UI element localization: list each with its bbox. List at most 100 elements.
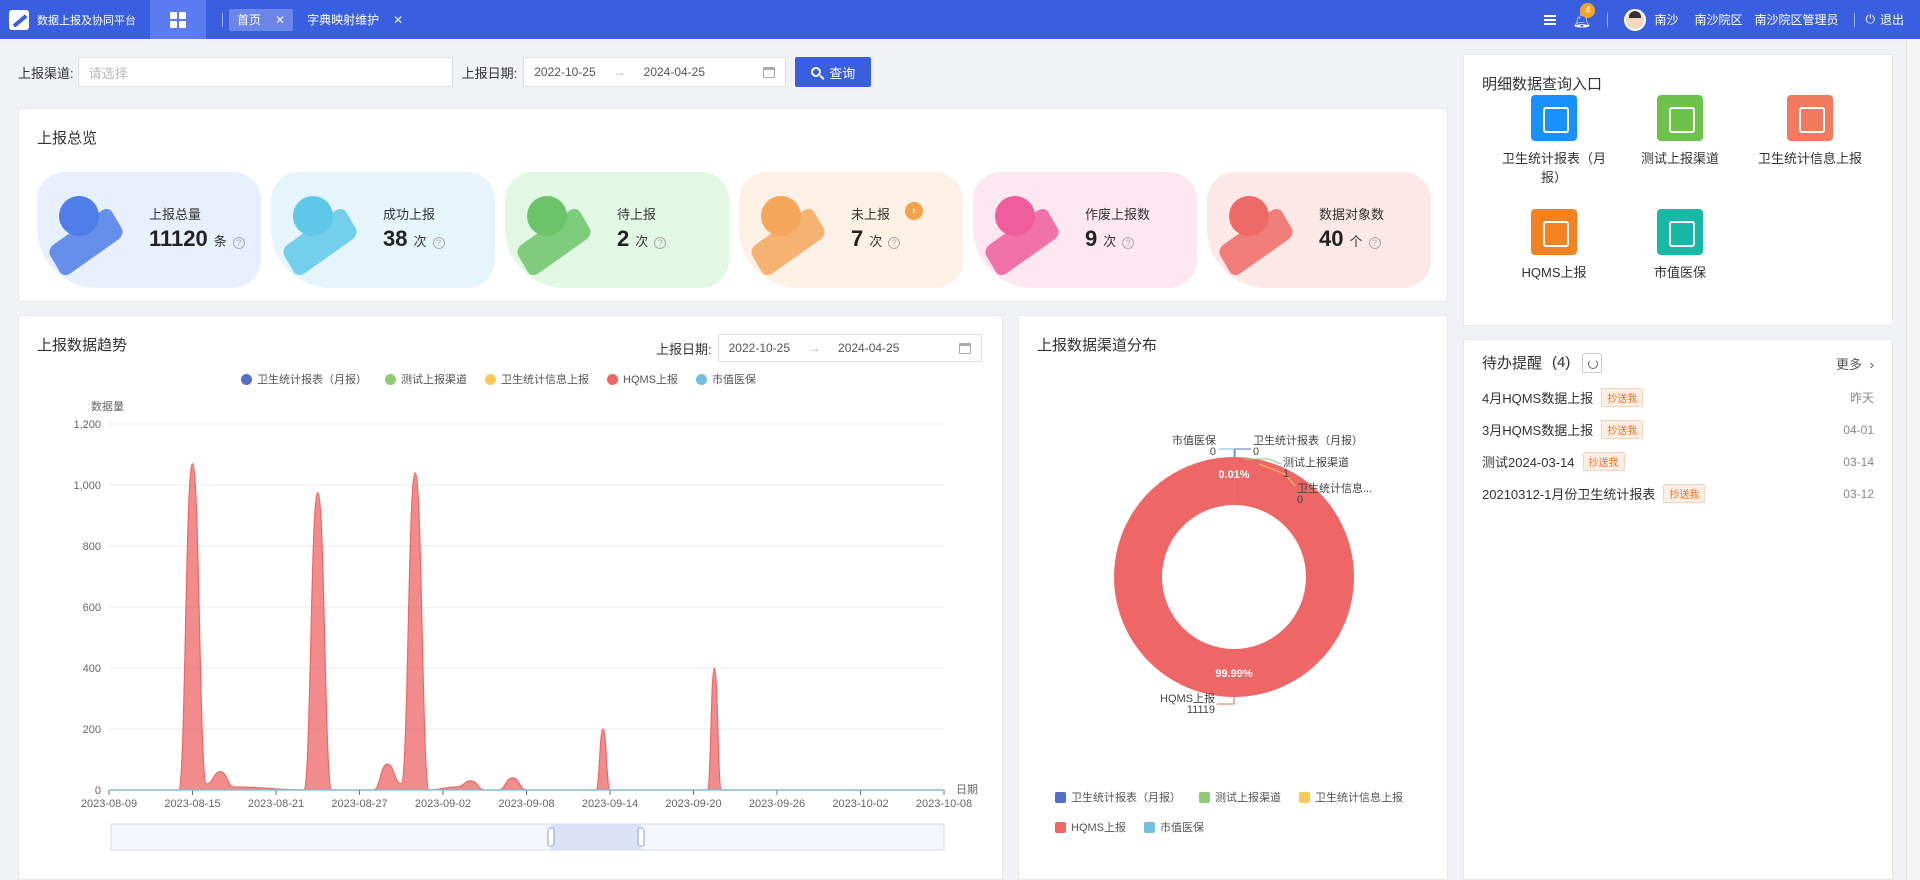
- stat-card-label: 作废上报数: [1085, 207, 1151, 222]
- notification-bell[interactable]: 🔔︎ 4: [1572, 2, 1596, 29]
- stat-card[interactable]: 作废上报数 9 次?: [973, 172, 1197, 288]
- hospital-name[interactable]: 南沙院区: [1694, 11, 1742, 28]
- todo-panel: 待办提醒 (4) 更多 › 4月HQMS数据上报 抄送我 昨天 3月HQMS数据上报抄…: [1463, 339, 1893, 880]
- tab-dictionary-mapping[interactable]: 字典映射维护 ✕: [299, 9, 411, 31]
- slice-label: 1: [1283, 468, 1289, 480]
- legend-item[interactable]: 卫生统计信息上报: [1299, 789, 1403, 805]
- logout-label: 退出: [1879, 13, 1904, 27]
- slice-percent-label: 0.01%: [1218, 469, 1249, 481]
- filter-bar: 上报渠道: 请选择 上报日期: 2022-10-25 → 2024-04-25 …: [18, 57, 872, 87]
- avatar[interactable]: [1624, 8, 1647, 31]
- legend-item[interactable]: HQMS上报: [1055, 819, 1126, 835]
- help-icon[interactable]: ?: [432, 237, 445, 249]
- x-tick-label: 2023-08-27: [331, 798, 387, 810]
- stat-card-unit: 次: [413, 234, 427, 249]
- legend-label: 卫生统计报表（月报）: [1071, 792, 1181, 804]
- zoom-slider-track[interactable]: [110, 823, 945, 851]
- stat-card[interactable]: 上报总量 11120 条?: [37, 172, 261, 288]
- legend-item[interactable]: 卫生统计报表（月报）: [1055, 789, 1181, 805]
- query-button[interactable]: 查询: [795, 57, 872, 87]
- slice-label: 卫生统计报表（月报）: [1253, 433, 1363, 447]
- x-tick-label: 2023-08-21: [248, 798, 304, 810]
- power-icon: ⏻: [1865, 12, 1875, 26]
- channel-select[interactable]: 请选择: [77, 57, 453, 87]
- close-icon[interactable]: ✕: [275, 13, 285, 27]
- header-divider: [1607, 12, 1609, 27]
- stat-card-unit: 条: [213, 234, 227, 249]
- x-tick-label: 2023-09-14: [582, 798, 638, 810]
- quick-entry-item[interactable]: 市值医保: [1620, 209, 1740, 282]
- chevron-right-icon[interactable]: ›: [905, 202, 923, 220]
- quick-entry-item[interactable]: 测试上报渠道: [1620, 95, 1740, 168]
- stat-card-icon: [982, 190, 1063, 279]
- todo-item-tag: 抄送我: [1663, 484, 1706, 503]
- legend-label: HQMS上报: [1071, 822, 1126, 834]
- todo-more-link[interactable]: 更多 ›: [1836, 354, 1874, 373]
- zoom-slider-window[interactable]: [551, 824, 641, 850]
- close-icon[interactable]: ✕: [393, 13, 403, 27]
- leader-line: [1234, 448, 1251, 457]
- todo-item-date: 03-14: [1843, 454, 1874, 469]
- zoom-handle-left[interactable]: [547, 827, 555, 847]
- help-icon[interactable]: ?: [654, 237, 667, 249]
- overview-title: 上报总览: [37, 130, 98, 147]
- stat-card-unit: 个: [1349, 234, 1363, 249]
- legend-item[interactable]: 市值医保: [1144, 819, 1204, 835]
- stat-card-icon-top: [761, 196, 801, 236]
- app-menu-button[interactable]: [150, 0, 206, 39]
- trend-chart: 数据量 0 200 400 600 800 1,000 1,200 2023-08-09 2023…: [73, 399, 978, 851]
- todo-more-label: 更多: [1836, 357, 1863, 372]
- date-range-picker[interactable]: 2022-10-25 → 2024-04-25: [523, 57, 787, 87]
- help-icon[interactable]: ?: [232, 237, 245, 249]
- distribution-panel: 上报数据渠道分布 0.01% 99.99% 市值医保 0 卫生统计报表（月报） 0 测试上报…: [1018, 315, 1448, 880]
- tab-home-label: 首页: [237, 13, 262, 27]
- quick-entry-label: 测试上报渠道: [1640, 151, 1719, 166]
- stat-card[interactable]: 成功上报 38 次?: [271, 172, 495, 288]
- todo-item[interactable]: 3月HQMS数据上报 抄送我 04-01: [1482, 420, 1874, 439]
- stat-card-value-row: 7 次?: [851, 226, 901, 252]
- help-icon[interactable]: ?: [1122, 237, 1135, 249]
- search-icon: [811, 67, 822, 77]
- calendar-icon: [763, 66, 776, 78]
- user-name[interactable]: 南沙: [1654, 11, 1678, 28]
- legend-swatch: [1299, 791, 1310, 803]
- stat-card-value: 40: [1319, 226, 1344, 251]
- y-tick-label: 400: [83, 663, 101, 675]
- quick-entry-item[interactable]: HQMS上报: [1494, 209, 1614, 282]
- stat-card-value: 11120: [149, 226, 208, 251]
- stat-card[interactable]: 数据对象数 40 个?: [1207, 172, 1431, 288]
- help-icon[interactable]: ?: [1368, 237, 1381, 249]
- app-title: 数据上报及协同平台: [37, 14, 136, 27]
- app-logo[interactable]: 数据上报及协同平台: [0, 0, 150, 39]
- legend-item[interactable]: 测试上报渠道: [1199, 789, 1281, 805]
- stat-card[interactable]: 未上报 7 次? ›: [739, 172, 963, 288]
- quick-entry-item[interactable]: 卫生统计报表（月报）: [1494, 95, 1614, 187]
- logout-button[interactable]: ⏻ 退出: [1865, 11, 1904, 28]
- todo-item[interactable]: 测试2024-03-14 抄送我 03-14: [1482, 452, 1874, 471]
- leader-line: [1217, 697, 1235, 705]
- todo-item-tag: 抄送我: [1582, 452, 1625, 471]
- stat-card-icon-top: [293, 196, 333, 236]
- legend-label: 测试上报渠道: [1215, 792, 1281, 804]
- todo-item-title: 3月HQMS数据上报: [1482, 423, 1594, 438]
- todo-item[interactable]: 4月HQMS数据上报 抄送我 昨天: [1482, 388, 1874, 407]
- notification-badge: 4: [1580, 2, 1596, 18]
- series-area: [109, 463, 944, 790]
- todo-title: 待办提醒: [1482, 355, 1543, 372]
- refresh-icon[interactable]: [1582, 352, 1603, 373]
- slice-label: 市值医保: [1172, 433, 1216, 447]
- legend-label: 市值医保: [1160, 822, 1204, 834]
- stat-card[interactable]: 待上报 2 次?: [505, 172, 729, 288]
- todo-item[interactable]: 20210312-1月份卫生统计报表 抄送我 03-12: [1482, 484, 1874, 503]
- tab-home[interactable]: 首页 ✕: [229, 8, 294, 31]
- stat-card-value: 7: [851, 226, 864, 251]
- page-scrollbar[interactable]: [1906, 39, 1920, 880]
- help-icon[interactable]: ?: [888, 237, 901, 249]
- list-icon[interactable]: [1544, 14, 1557, 25]
- zoom-handle-right[interactable]: [637, 827, 645, 847]
- user-role[interactable]: 南沙院区管理员: [1754, 11, 1838, 28]
- stat-card-value-row: 9 次?: [1085, 226, 1135, 252]
- quick-entry-item[interactable]: 卫生统计信息上报: [1750, 95, 1870, 168]
- stat-card-icon: [514, 190, 595, 279]
- stat-card-icon-top: [1229, 196, 1269, 236]
